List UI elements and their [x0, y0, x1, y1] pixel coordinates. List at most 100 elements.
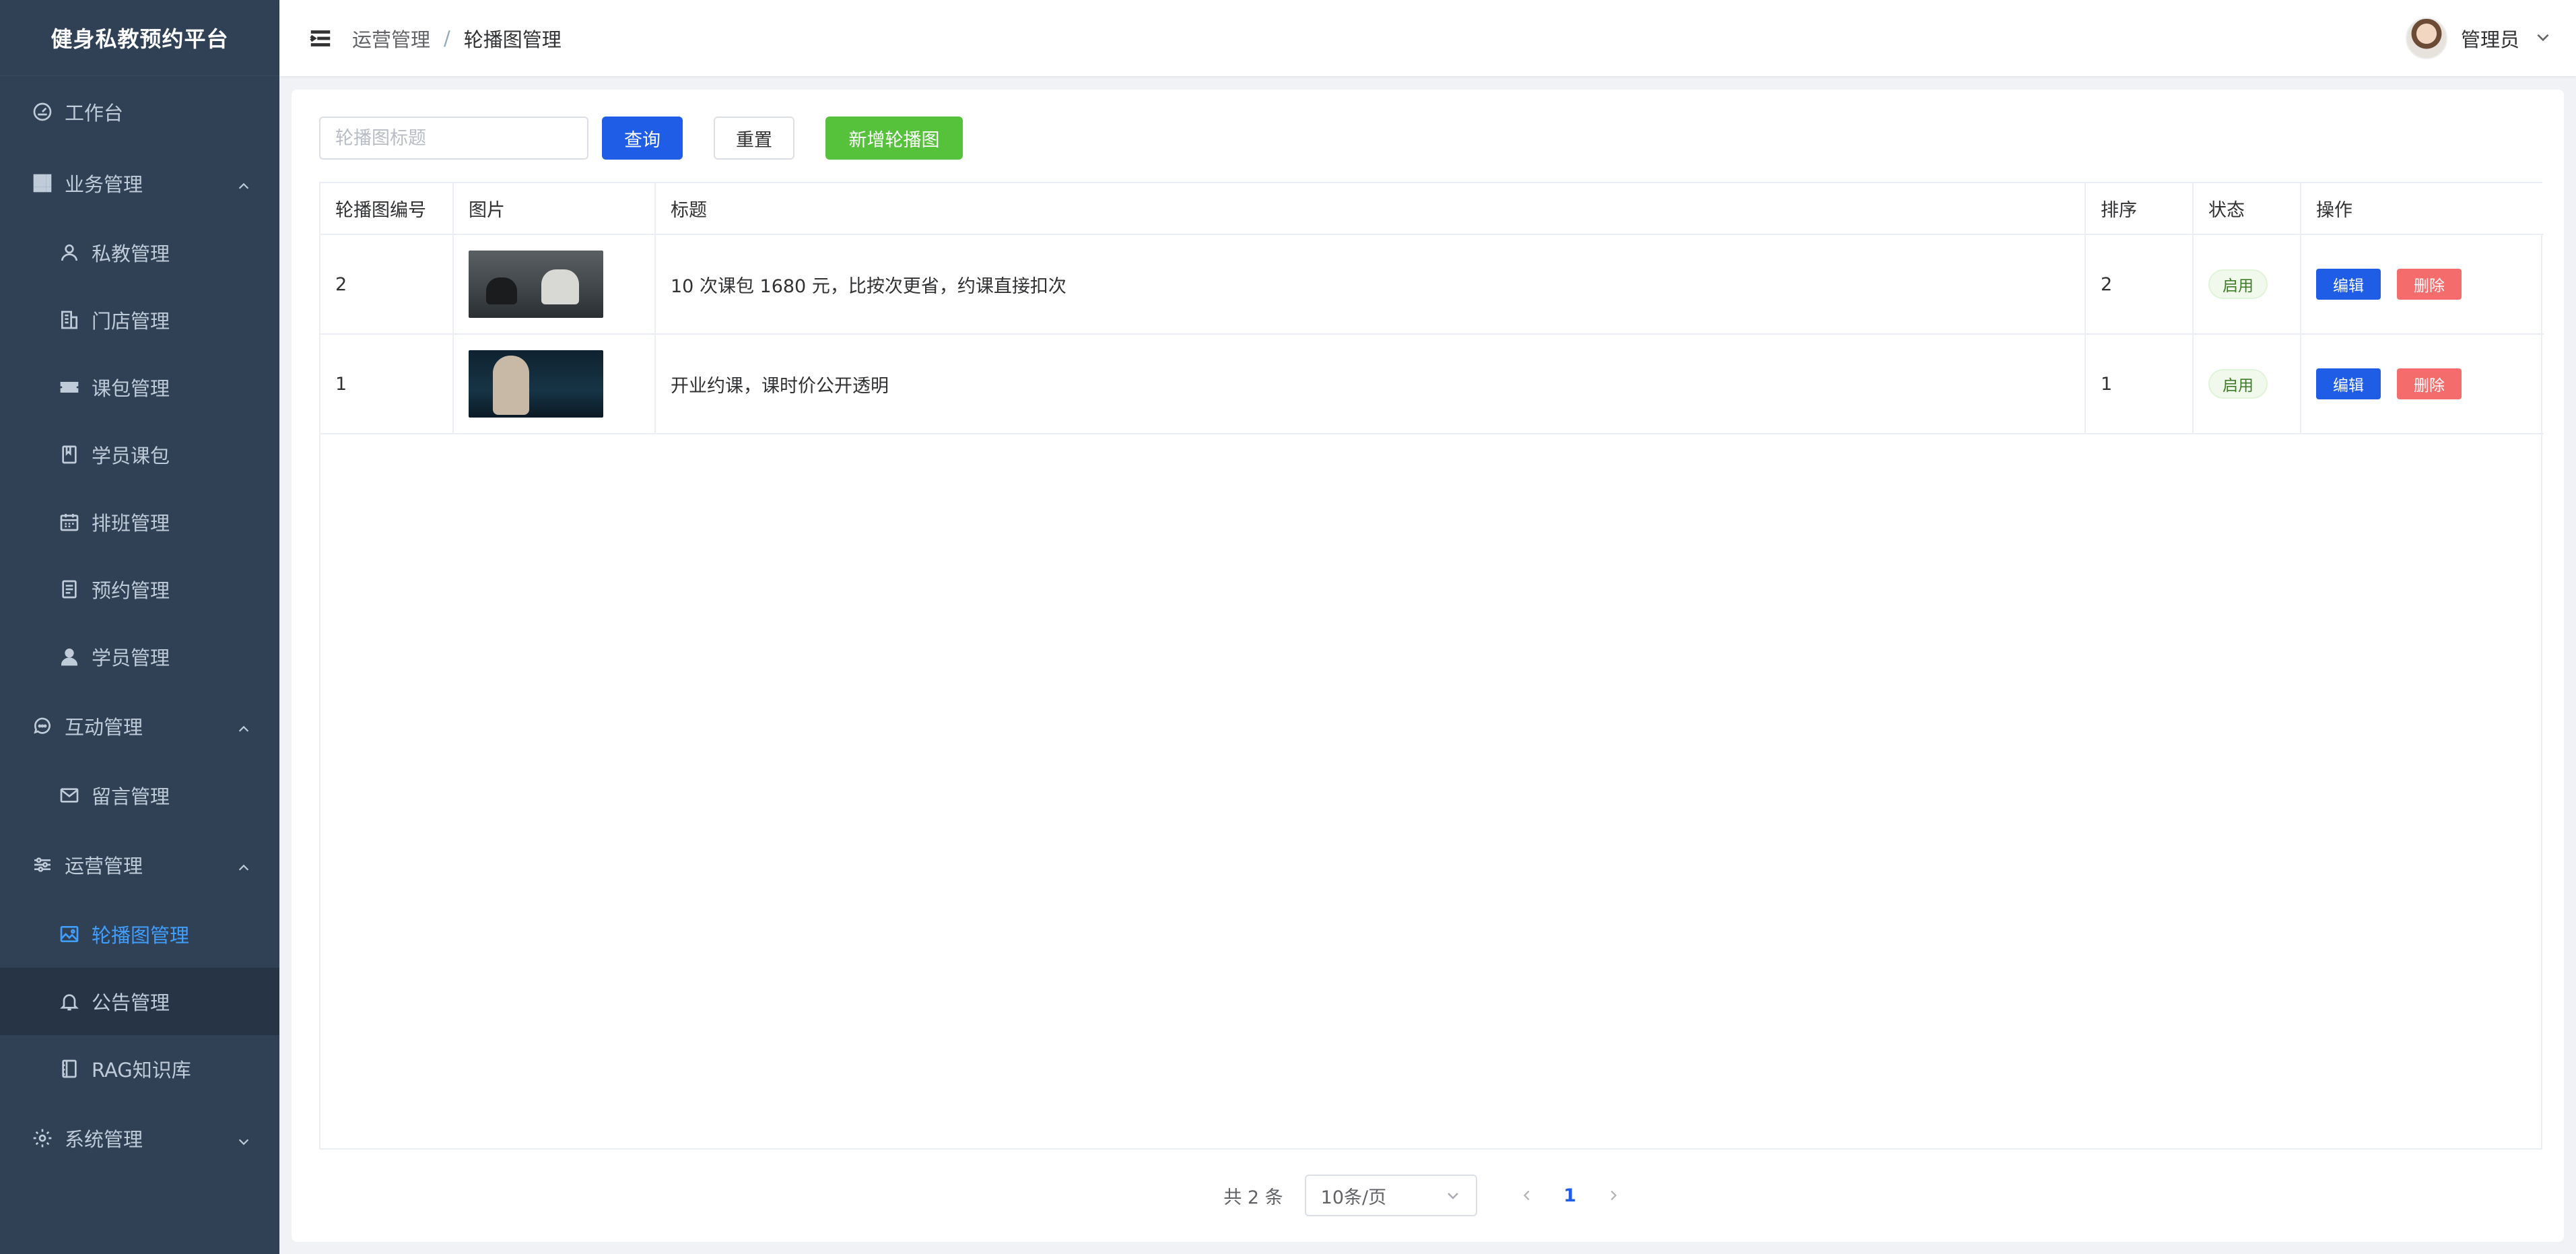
delete-button[interactable]: 删除 [2397, 368, 2462, 399]
sidebar-item-label: RAG知识库 [92, 1059, 191, 1082]
cell-sort: 1 [2085, 334, 2194, 434]
thumbnail-figure [493, 356, 529, 415]
delete-button[interactable]: 删除 [2397, 269, 2462, 300]
mail-icon [58, 784, 81, 807]
cell-actions: 编辑 删除 [2301, 334, 2544, 434]
sidebar-menu: 工作台业务管理私教管理门店管理课包管理学员课包排班管理预约管理学员管理互动管理留… [0, 76, 279, 1174]
reset-button[interactable]: 重置 [714, 117, 794, 160]
next-page-icon[interactable] [1594, 1177, 1632, 1214]
breadcrumb-separator: / [444, 26, 450, 50]
sliders-icon [31, 853, 54, 876]
sidebar-item-notebook[interactable]: RAG知识库 [0, 1035, 279, 1102]
cell-image [453, 334, 656, 434]
menu-toggle-icon[interactable] [308, 26, 333, 51]
sidebar-item-label: 预约管理 [92, 579, 170, 602]
sidebar-item-user[interactable]: 私教管理 [0, 219, 279, 286]
sidebar-item-calendar[interactable]: 排班管理 [0, 488, 279, 556]
edit-button[interactable]: 编辑 [2316, 269, 2381, 300]
add-carousel-button[interactable]: 新增轮播图 [825, 117, 963, 160]
pagination-total: 共 2 条 [1223, 1187, 1283, 1208]
person-icon [58, 645, 81, 668]
sidebar-item-grid[interactable]: 业务管理 [0, 147, 279, 219]
sidebar-item-image[interactable]: 轮播图管理 [0, 900, 279, 968]
dashboard-icon [31, 100, 54, 123]
sidebar-item-ticket[interactable]: 课包管理 [0, 354, 279, 421]
sidebar-item-label: 轮播图管理 [92, 924, 190, 947]
sidebar-item-gear[interactable]: 系统管理 [0, 1102, 279, 1174]
user-menu[interactable]: 管理员 [2405, 0, 2552, 76]
sidebar-item-label: 运营管理 [65, 855, 143, 878]
avatar[interactable] [2405, 17, 2447, 59]
column-header-actions: 操作 [2301, 183, 2544, 235]
sidebar-item-label: 系统管理 [65, 1128, 143, 1151]
cell-image [453, 234, 656, 335]
ticket-icon [58, 376, 81, 399]
column-header-id: 轮播图编号 [320, 183, 454, 235]
content-card: 查询 重置 新增轮播图 轮播图编号 图片 标题 排序 状态 操作 [292, 90, 2564, 1242]
cell-sort: 2 [2085, 234, 2194, 335]
book-icon [58, 443, 81, 466]
user-icon [58, 241, 81, 264]
sidebar-item-document[interactable]: 预约管理 [0, 556, 279, 623]
search-toolbar: 查询 重置 新增轮播图 [319, 117, 963, 160]
sidebar-item-label: 工作台 [65, 102, 124, 125]
sidebar-item-label: 排班管理 [92, 512, 170, 535]
cell-title: 10 次课包 1680 元，比按次更省，约课直接扣次 [655, 234, 2086, 335]
sidebar-item-building[interactable]: 门店管理 [0, 286, 279, 354]
breadcrumb: 运营管理 / 轮播图管理 [352, 24, 562, 53]
sidebar-item-label: 学员课包 [92, 444, 170, 467]
sidebar: 健身私教预约平台 工作台业务管理私教管理门店管理课包管理学员课包排班管理预约管理… [0, 0, 279, 1254]
grid-icon [31, 172, 54, 195]
cell-id: 2 [320, 234, 454, 335]
status-badge: 启用 [2208, 269, 2268, 299]
sidebar-item-person[interactable]: 学员管理 [0, 623, 279, 690]
sidebar-item-label: 课包管理 [92, 377, 170, 400]
chevron-up-icon [236, 857, 251, 872]
document-icon [58, 578, 81, 601]
sidebar-item-chat[interactable]: 互动管理 [0, 690, 279, 762]
page-number-current[interactable]: 1 [1546, 1185, 1594, 1206]
carousel-thumbnail[interactable] [469, 350, 603, 418]
sidebar-item-bell[interactable]: 公告管理 [0, 968, 279, 1035]
cell-status: 启用 [2193, 334, 2301, 434]
calendar-icon [58, 510, 81, 533]
breadcrumb-item-operations[interactable]: 运营管理 [352, 24, 430, 53]
sidebar-item-book[interactable]: 学员课包 [0, 421, 279, 488]
column-header-status: 状态 [2193, 183, 2301, 235]
sidebar-item-dashboard[interactable]: 工作台 [0, 76, 279, 147]
edit-button[interactable]: 编辑 [2316, 368, 2381, 399]
gear-icon [31, 1127, 54, 1150]
page-size-select[interactable]: 10条/页 [1304, 1175, 1477, 1216]
chevron-up-icon [236, 719, 251, 733]
sidebar-item-label: 门店管理 [92, 310, 170, 333]
notebook-icon [58, 1057, 81, 1080]
chat-icon [31, 715, 54, 737]
sidebar-item-sliders[interactable]: 运营管理 [0, 829, 279, 900]
chevron-down-icon [236, 1131, 251, 1146]
cell-id: 1 [320, 334, 454, 434]
sidebar-item-label: 学员管理 [92, 647, 170, 669]
app-logo-title: 健身私教预约平台 [0, 0, 279, 76]
sidebar-item-label: 私教管理 [92, 242, 170, 265]
status-badge: 启用 [2208, 369, 2268, 399]
cell-status: 启用 [2193, 234, 2301, 335]
column-header-sort: 排序 [2085, 183, 2194, 235]
sidebar-item-label: 公告管理 [92, 991, 170, 1014]
sidebar-item-label: 留言管理 [92, 785, 170, 808]
carousel-table: 轮播图编号 图片 标题 排序 状态 操作 2 10 次课包 1680 元，比按次… [319, 182, 2544, 1150]
chevron-up-icon [236, 176, 251, 191]
top-header: 运营管理 / 轮播图管理 管理员 [279, 0, 2576, 76]
cell-actions: 编辑 删除 [2301, 234, 2544, 335]
column-header-image: 图片 [453, 183, 656, 235]
table-row: 1 开业约课，课时价公开透明 1 启用 编辑 删除 [320, 334, 2544, 434]
username[interactable]: 管理员 [2461, 24, 2519, 53]
sidebar-item-mail[interactable]: 留言管理 [0, 762, 279, 829]
prev-page-icon[interactable] [1508, 1177, 1546, 1214]
chevron-down-icon[interactable] [2534, 28, 2552, 48]
search-input[interactable] [319, 117, 588, 160]
sidebar-item-label: 互动管理 [65, 716, 143, 739]
chevron-down-icon [1447, 1193, 1458, 1199]
query-button[interactable]: 查询 [602, 117, 683, 160]
carousel-thumbnail[interactable] [469, 251, 603, 318]
sidebar-item-label: 业务管理 [65, 173, 143, 196]
